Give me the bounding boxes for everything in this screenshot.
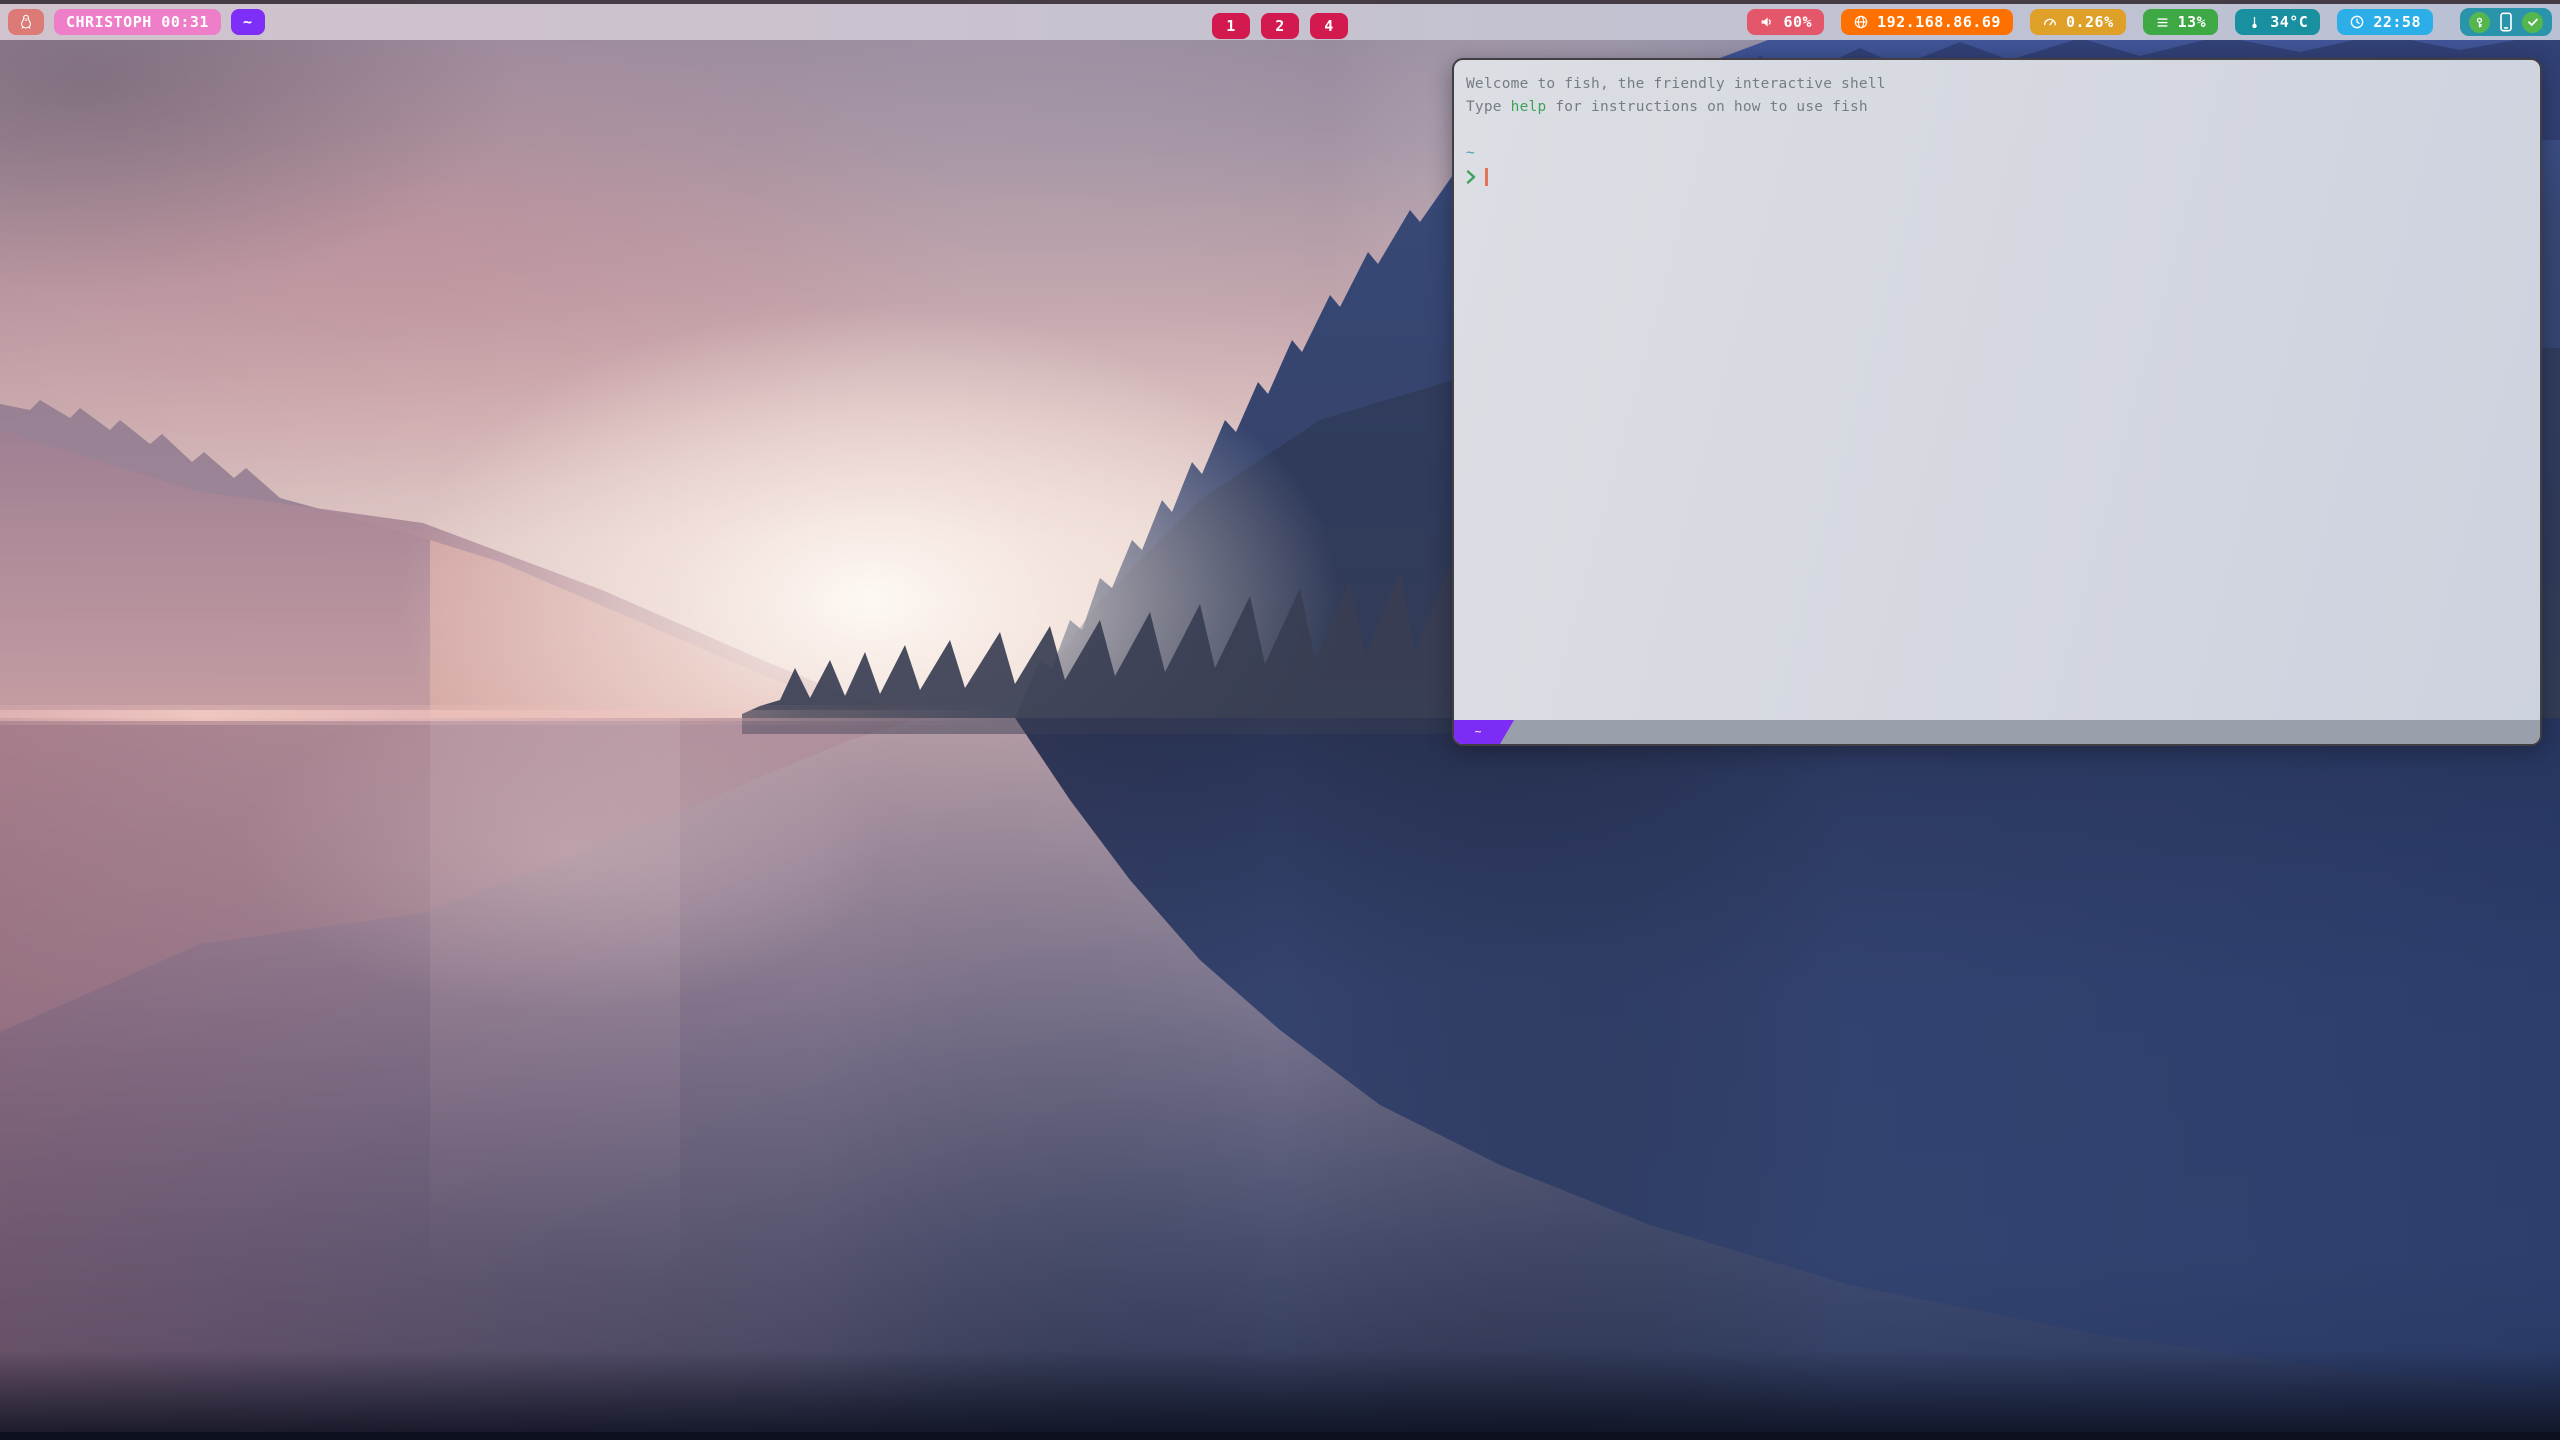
terminal-tab-label: ~ [1475,725,1482,738]
fish-help-line: Type help for instructions on how to use… [1466,96,2528,119]
volume-value: 60% [1783,13,1812,31]
cpu-load-value: 0.26% [2066,13,2114,31]
phone-tray-button[interactable] [2499,12,2513,32]
clock-icon [2349,14,2365,30]
workspace-4-button[interactable]: 4 [1310,13,1348,39]
workspace-4-label: 4 [1324,17,1334,35]
workspace-2-label: 2 [1275,17,1285,35]
shell-indicator-badge[interactable]: ~ [231,9,265,35]
volume-badge[interactable]: 60% [1747,9,1824,35]
phone-icon [2499,12,2513,32]
terminal-tab-home[interactable]: ~ [1454,720,1514,744]
memory-value: 13% [2178,13,2207,31]
fish-welcome-line: Welcome to fish, the friendly interactiv… [1466,73,2528,96]
network-ip-value: 192.168.86.69 [1877,13,2001,31]
cpu-load-badge[interactable]: 0.26% [2030,9,2126,35]
speaker-icon [1759,14,1775,30]
help-line-prefix: Type [1466,99,1511,115]
help-line-suffix: for instructions on how to use fish [1546,99,1867,115]
clock-value: 22:58 [2373,13,2421,31]
memory-stack-icon [2155,15,2170,30]
network-badge[interactable]: 192.168.86.69 [1841,9,2013,35]
check-tray-button[interactable] [2522,12,2543,33]
prompt-line [1466,165,2528,188]
key-icon [2473,16,2486,29]
text-cursor [1485,168,1488,186]
desktop: CHRISTOPH 00:31 ~ 1 2 4 60% [0,0,2560,1440]
user-session-label: CHRISTOPH 00:31 [66,13,209,31]
bar-right-group: 60% 192.168.86.69 0.26% [1747,8,2552,36]
gauge-icon [2042,14,2058,30]
tux-linux-icon [17,13,35,31]
terminal-content[interactable]: Welcome to fish, the friendly interactiv… [1454,60,2540,720]
prompt-chevron-icon [1466,169,1476,185]
workspace-2-button[interactable]: 2 [1261,13,1299,39]
temperature-badge[interactable]: 34°C [2235,9,2320,35]
status-bar: CHRISTOPH 00:31 ~ 1 2 4 60% [0,0,2560,40]
thermometer-icon [2247,15,2262,30]
globe-icon [1853,14,1869,30]
key-tray-button[interactable] [2469,12,2490,33]
clock-badge[interactable]: 22:58 [2337,9,2433,35]
terminal-tab-bar: ~ [1454,720,2540,744]
shell-indicator-label: ~ [243,13,253,31]
temperature-value: 34°C [2270,13,2308,31]
terminal-window[interactable]: Welcome to fish, the friendly interactiv… [1452,58,2542,746]
workspace-switcher: 1 2 4 [1212,8,1348,44]
memory-badge[interactable]: 13% [2143,9,2219,35]
check-icon [2527,16,2539,28]
prompt-path: ~ [1466,142,2528,165]
workspace-1-button[interactable]: 1 [1212,13,1250,39]
help-command-text: help [1511,99,1547,115]
bar-left-group: CHRISTOPH 00:31 ~ [8,9,265,35]
system-tray [2460,8,2552,36]
user-session-badge[interactable]: CHRISTOPH 00:31 [54,9,221,35]
blank-line [1466,119,2528,142]
distro-badge[interactable] [8,9,44,35]
workspace-1-label: 1 [1226,17,1236,35]
